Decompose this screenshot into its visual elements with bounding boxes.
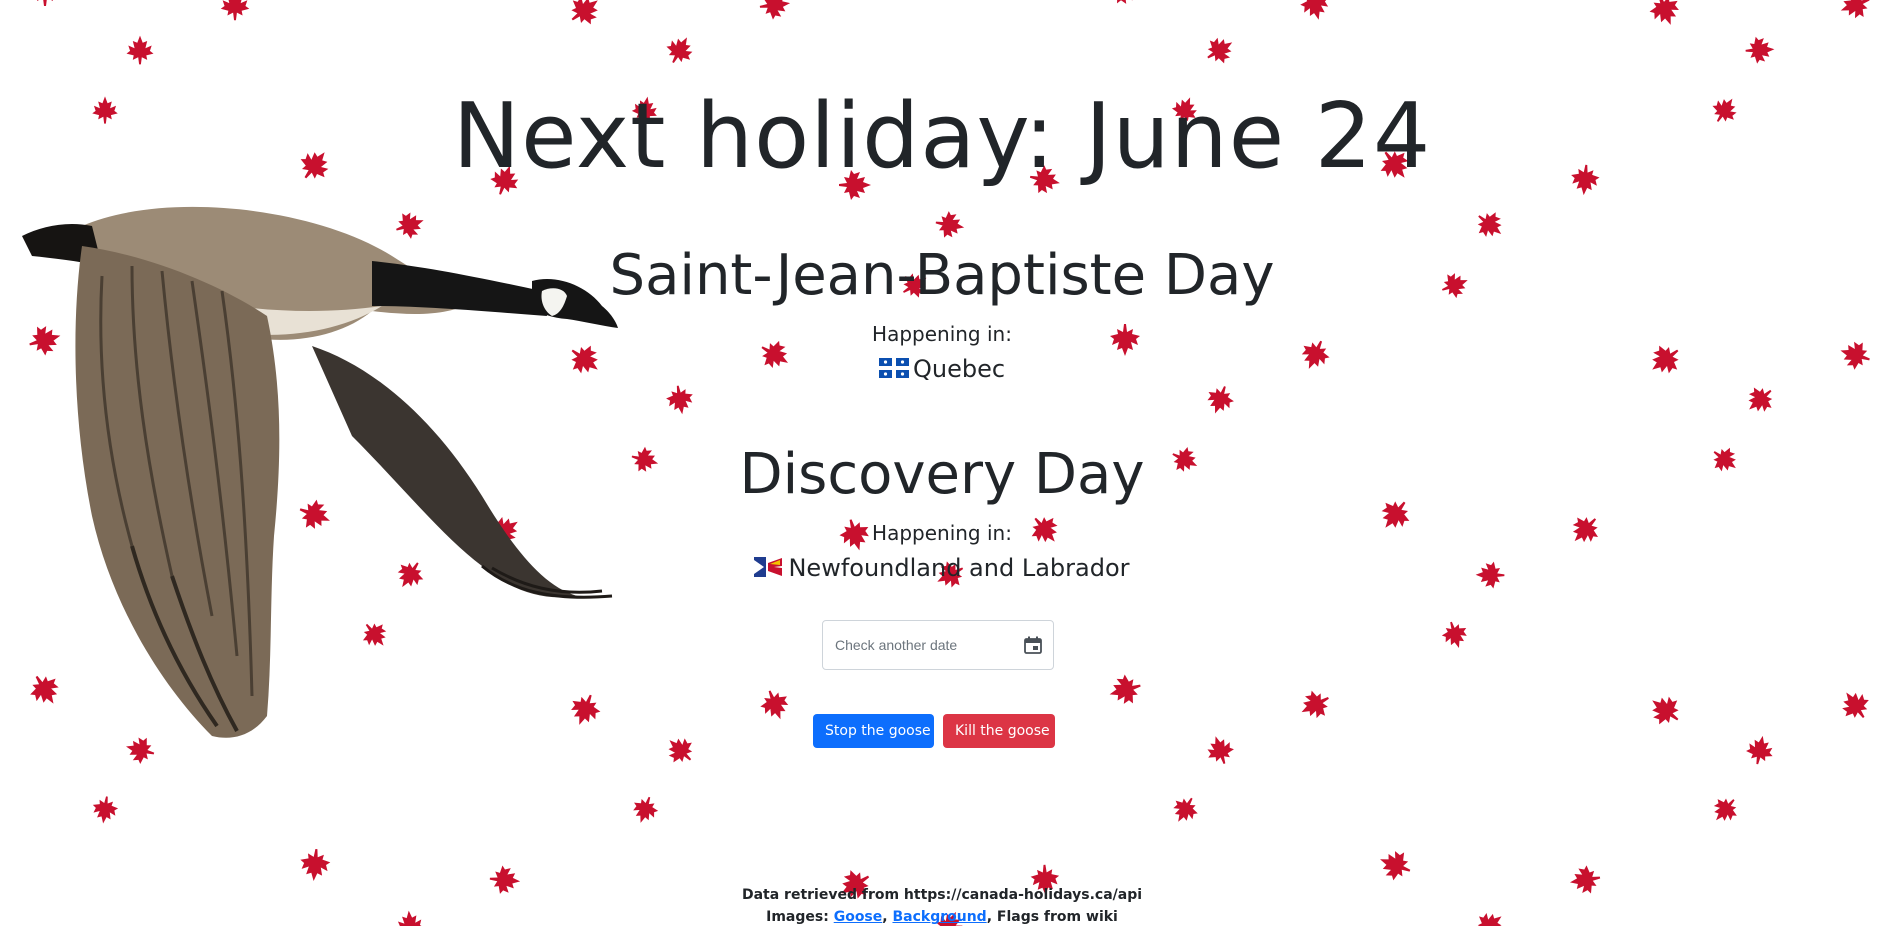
maple-leaf xyxy=(628,792,662,828)
maple-leaf xyxy=(1706,791,1744,829)
province-item: Newfoundland and Labrador xyxy=(0,553,1884,583)
maple-leaf xyxy=(1645,0,1685,31)
maple-leaf xyxy=(1438,618,1472,652)
data-source-text: Data retrieved from https://canada-holid… xyxy=(741,887,1143,903)
maple-leaf xyxy=(1105,0,1145,9)
maple-leaf xyxy=(220,0,250,21)
maple-leaf xyxy=(756,685,794,725)
maple-leaf xyxy=(661,30,699,70)
newfoundland-flag-icon xyxy=(754,557,785,577)
maple-leaf xyxy=(1200,30,1240,70)
maple-leaf xyxy=(1744,35,1776,65)
maple-leaf xyxy=(1470,205,1510,245)
maple-leaf xyxy=(1744,733,1776,767)
maple-leaf xyxy=(90,794,120,826)
maple-leaf xyxy=(126,35,154,65)
maple-leaf xyxy=(933,209,967,241)
province-name: Newfoundland and Labrador xyxy=(788,554,1130,582)
maple-leaf xyxy=(1294,685,1336,725)
holiday-name: Saint-Jean-Baptiste Day xyxy=(609,243,1275,308)
province-name: Quebec xyxy=(912,355,1006,383)
maple-leaf xyxy=(1834,684,1876,726)
page: Next holiday: June 24 Saint-Jean-Baptist… xyxy=(0,0,1884,926)
goose-link[interactable]: Goose xyxy=(834,909,883,925)
happening-label: Happening in: xyxy=(872,521,1012,545)
maple-leaf xyxy=(1643,688,1687,732)
maple-leaf xyxy=(563,0,607,32)
date-input[interactable] xyxy=(835,633,1005,657)
next-holiday-headline: Next holiday: June 24 xyxy=(452,84,1432,189)
maple-leaf xyxy=(1202,732,1238,768)
flags-credit: , Flags from wiki xyxy=(986,909,1118,925)
maple-leaf xyxy=(1167,791,1203,829)
maple-leaf xyxy=(1202,381,1238,419)
maple-leaf xyxy=(1835,0,1875,24)
maple-leaf xyxy=(298,847,332,883)
province-item: Quebec xyxy=(0,354,1884,384)
stop-goose-button[interactable]: Stop the goose xyxy=(813,714,934,748)
date-picker[interactable] xyxy=(822,620,1054,670)
credits-separator: , xyxy=(882,909,893,925)
maple-leaf xyxy=(1297,0,1333,24)
background-link[interactable]: Background xyxy=(892,909,986,925)
maple-leaf xyxy=(660,730,700,770)
maple-leaf xyxy=(1105,671,1145,709)
maple-leaf xyxy=(1740,380,1780,420)
happening-label: Happening in: xyxy=(872,322,1012,346)
maple-leaf xyxy=(1374,845,1416,885)
kill-goose-button[interactable]: Kill the goose xyxy=(943,714,1055,748)
maple-leaf xyxy=(758,0,792,21)
holiday-name: Discovery Day xyxy=(739,442,1145,507)
image-credits: Images: Goose, Background, Flags from wi… xyxy=(0,907,1884,926)
calendar-icon[interactable] xyxy=(1023,635,1043,655)
maple-leaf xyxy=(664,383,696,417)
quebec-flag-icon xyxy=(878,358,909,378)
credits-prefix: Images: xyxy=(766,909,834,925)
maple-leaf xyxy=(30,0,60,6)
